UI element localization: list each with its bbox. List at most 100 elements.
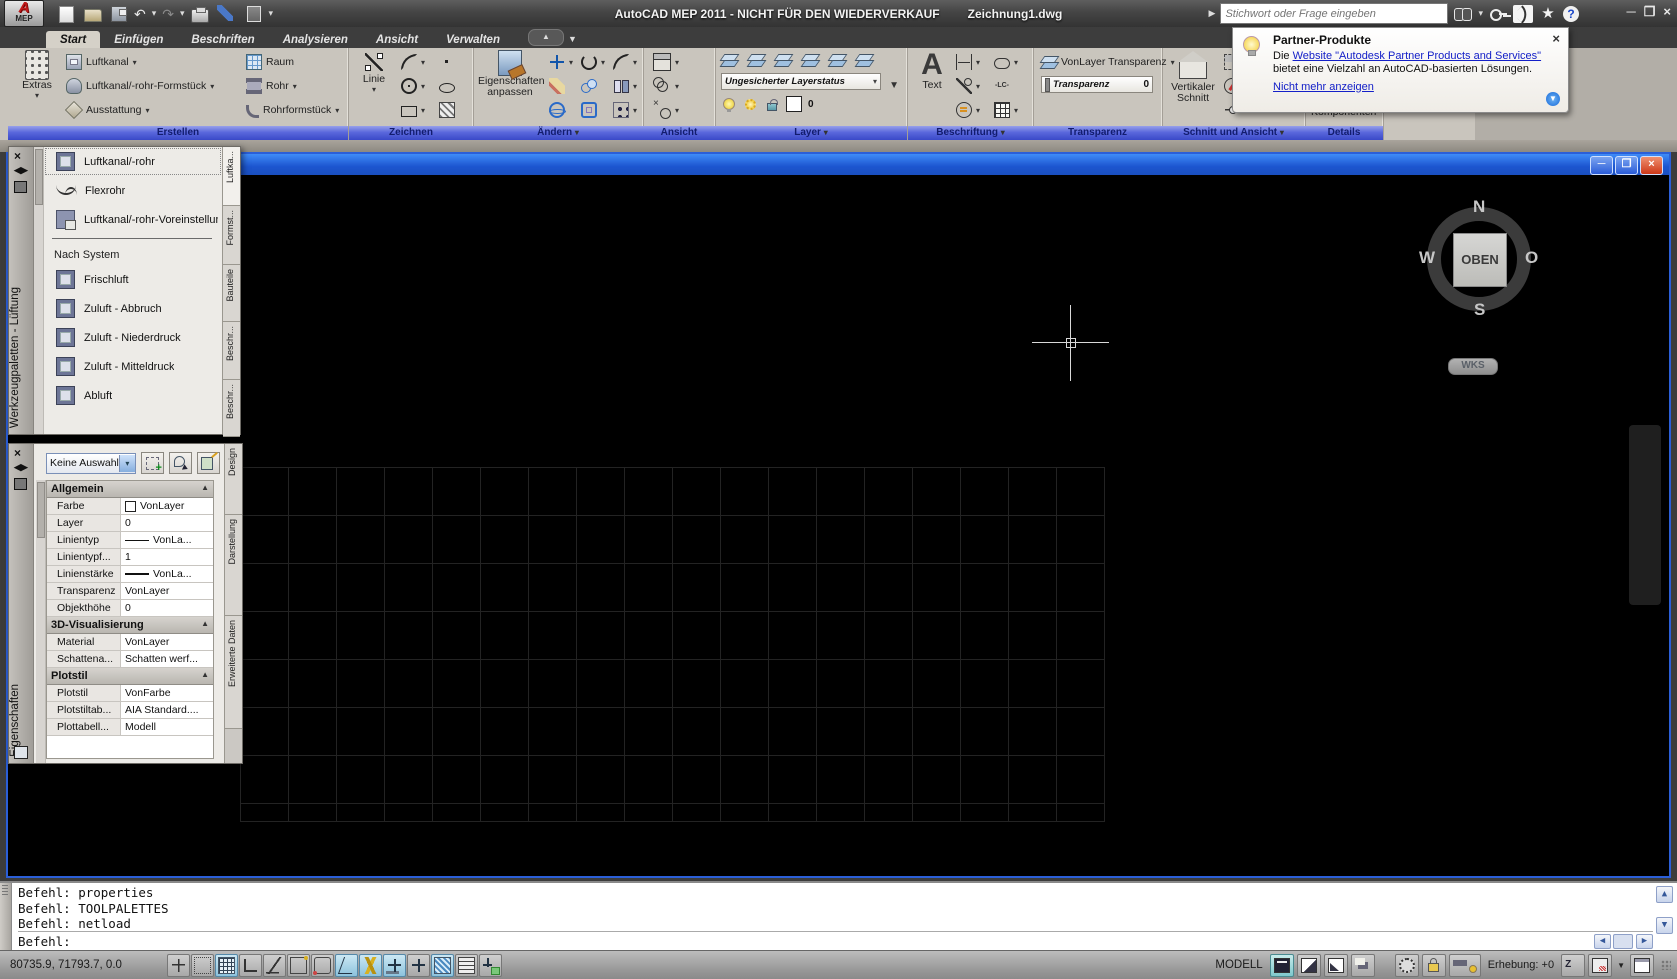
dimension-button[interactable]: ▾ bbox=[956, 52, 980, 72]
property-row[interactable]: Objekthöhe0 bbox=[47, 600, 213, 617]
subscription-key-icon[interactable] bbox=[1488, 5, 1508, 23]
property-value[interactable]: VonLa... bbox=[121, 568, 213, 580]
layer-color-swatch[interactable] bbox=[786, 96, 802, 112]
properties-palette-button[interactable] bbox=[243, 5, 263, 23]
compass-west[interactable]: W bbox=[1419, 248, 1435, 268]
layer-thaw-sun-icon[interactable] bbox=[745, 99, 756, 110]
point-button[interactable] bbox=[439, 52, 455, 72]
help-icon[interactable]: ? bbox=[1563, 6, 1579, 22]
lineweight-toggle[interactable] bbox=[383, 954, 406, 977]
grid-display-toggle[interactable] bbox=[191, 954, 214, 977]
infocenter-collapse-arrow[interactable]: ▶ bbox=[1209, 8, 1216, 19]
palette-tab[interactable]: Luftka... bbox=[223, 147, 240, 206]
panel-label-zeichnen[interactable]: Zeichnen bbox=[349, 126, 473, 140]
toggle-pickadd-button[interactable] bbox=[197, 452, 220, 474]
properties-autohide-icon[interactable]: ◀▶ bbox=[14, 462, 28, 473]
favorites-star-icon[interactable]: ★ bbox=[1538, 5, 1558, 23]
new-drawing-button[interactable] bbox=[56, 5, 76, 23]
model-button[interactable] bbox=[1270, 954, 1294, 977]
tool-palette-properties-icon[interactable] bbox=[14, 181, 27, 193]
selection-combo[interactable]: Keine Auswahl ▾ bbox=[46, 453, 136, 474]
section-header[interactable]: Allgemein▲ bbox=[47, 481, 213, 498]
layer-move-icon[interactable] bbox=[775, 51, 793, 69]
minimize-ribbon-button[interactable]: ▲ bbox=[528, 29, 564, 46]
layer-combo-dropdown[interactable]: ▼ bbox=[889, 80, 899, 91]
transparency-slider[interactable]: Transparenz 0 bbox=[1041, 76, 1153, 93]
layout-button[interactable] bbox=[1297, 954, 1321, 977]
drawing-window-title-bar[interactable]: ─ ❐ × bbox=[8, 154, 1669, 175]
status-bar-menu-button[interactable] bbox=[1449, 954, 1481, 977]
quick-select-button[interactable] bbox=[141, 452, 164, 474]
partner-website-link[interactable]: Website "Autodesk Partner Products and S… bbox=[1293, 50, 1542, 62]
tool-palette-close-icon[interactable]: × bbox=[14, 149, 21, 163]
ellipse-button[interactable] bbox=[439, 76, 455, 96]
object-snap-tracking-toggle[interactable] bbox=[335, 954, 358, 977]
extras-button[interactable]: Extras ▾ bbox=[14, 50, 60, 100]
redo-dropdown[interactable]: ▾ bbox=[180, 8, 185, 19]
orbit-button[interactable] bbox=[549, 100, 565, 120]
leader-button[interactable]: ▾ bbox=[956, 76, 980, 96]
property-value[interactable]: VonLayer bbox=[121, 500, 213, 512]
property-value[interactable]: Modell bbox=[121, 721, 213, 733]
room-button[interactable]: Raum bbox=[246, 52, 294, 72]
tool-palette-spine[interactable]: × ◀▶ Werkzeugpaletten - Lüftung bbox=[9, 147, 34, 434]
palette-tool[interactable]: Luftkanal/-rohr-Voreinstellun... bbox=[44, 205, 222, 234]
panel-label-aendern[interactable]: Ändern ▾ bbox=[473, 126, 643, 140]
palette-tool[interactable]: Luftkanal/-rohr bbox=[44, 147, 222, 176]
maximize-button[interactable]: ❐ bbox=[1644, 4, 1656, 20]
panel-label-beschriftung[interactable]: Beschriftung ▾ bbox=[908, 126, 1033, 140]
redo-button[interactable]: ↷ bbox=[162, 5, 174, 23]
layer-paint-icon[interactable] bbox=[856, 51, 874, 69]
tab-ansicht[interactable]: Ansicht bbox=[362, 31, 432, 48]
communication-center-icon[interactable] bbox=[1513, 5, 1533, 23]
drawing-restore-button[interactable]: ❐ bbox=[1615, 156, 1638, 175]
property-value[interactable]: VonFarbe bbox=[121, 687, 213, 699]
quick-view-drawings-button[interactable] bbox=[1351, 954, 1375, 977]
palette-tab[interactable]: Beschr... bbox=[223, 380, 240, 437]
property-row[interactable]: MaterialVonLayer bbox=[47, 634, 213, 651]
search-dropdown[interactable]: ▾ bbox=[1478, 8, 1483, 19]
fillet-button[interactable]: ▾ bbox=[613, 52, 637, 72]
section-header[interactable]: 3D-Visualisierung▲ bbox=[47, 617, 213, 634]
property-value[interactable]: VonLayer bbox=[121, 636, 213, 648]
palette-tool[interactable]: Zuluft - Abbruch bbox=[44, 294, 222, 323]
equipment-button[interactable]: Ausstattung▾ bbox=[66, 100, 149, 120]
compass-east[interactable]: O bbox=[1525, 248, 1538, 268]
mirror-button[interactable]: ▾ bbox=[613, 76, 637, 96]
search-input[interactable] bbox=[1220, 3, 1448, 24]
workspace-switch-button[interactable] bbox=[1395, 954, 1419, 977]
rotate-button[interactable]: ▾ bbox=[581, 52, 605, 72]
object-snap-3d-toggle[interactable] bbox=[311, 954, 334, 977]
table-button[interactable]: ▾ bbox=[994, 100, 1018, 120]
polar-tracking-toggle[interactable] bbox=[263, 954, 286, 977]
vertical-section-button[interactable]: Vertikaler Schnitt bbox=[1166, 50, 1220, 104]
lc-tag-button[interactable]: -LC- bbox=[994, 76, 1010, 96]
properties-menu-icon[interactable] bbox=[14, 478, 27, 490]
property-value[interactable]: 0 bbox=[121, 602, 213, 614]
search-icon[interactable] bbox=[1453, 5, 1473, 23]
erase-button[interactable] bbox=[549, 76, 565, 96]
command-scroll-right[interactable]: ▶ bbox=[1636, 934, 1653, 949]
transparency-toggle[interactable] bbox=[431, 954, 454, 977]
text-button[interactable]: A Text bbox=[912, 50, 952, 91]
undo-dropdown[interactable]: ▾ bbox=[152, 8, 157, 19]
property-row[interactable]: LinienstärkeVonLa... bbox=[47, 566, 213, 583]
multileader-button[interactable]: ▾ bbox=[956, 100, 980, 120]
compass-top-face[interactable]: OBEN bbox=[1453, 233, 1507, 287]
revision-cloud-button[interactable]: ▾ bbox=[994, 52, 1018, 72]
command-line-drag-handle[interactable] bbox=[0, 883, 12, 952]
arc-button[interactable]: ▾ bbox=[401, 52, 425, 72]
panel-label-ansicht[interactable]: Ansicht bbox=[643, 126, 715, 140]
property-value[interactable]: VonLa... bbox=[121, 534, 213, 546]
command-scroll-thumb[interactable] bbox=[1613, 934, 1633, 949]
tab-verwalten[interactable]: Verwalten bbox=[432, 31, 514, 48]
command-scroll-up[interactable]: ▲ bbox=[1656, 886, 1673, 903]
popup-expand-icon[interactable]: ▼ bbox=[1546, 92, 1560, 106]
object-snap-toggle[interactable] bbox=[287, 954, 310, 977]
resize-grip[interactable] bbox=[1661, 960, 1671, 970]
duct-fitting-button[interactable]: Luftkanal/-rohr-Formstück▾ bbox=[66, 76, 214, 96]
property-row[interactable]: Plotstiltab...AIA Standard.... bbox=[47, 702, 213, 719]
navigation-bar[interactable] bbox=[1629, 425, 1661, 605]
dynamic-ucs-toggle[interactable] bbox=[407, 954, 430, 977]
layer-state-icon[interactable] bbox=[748, 51, 766, 69]
